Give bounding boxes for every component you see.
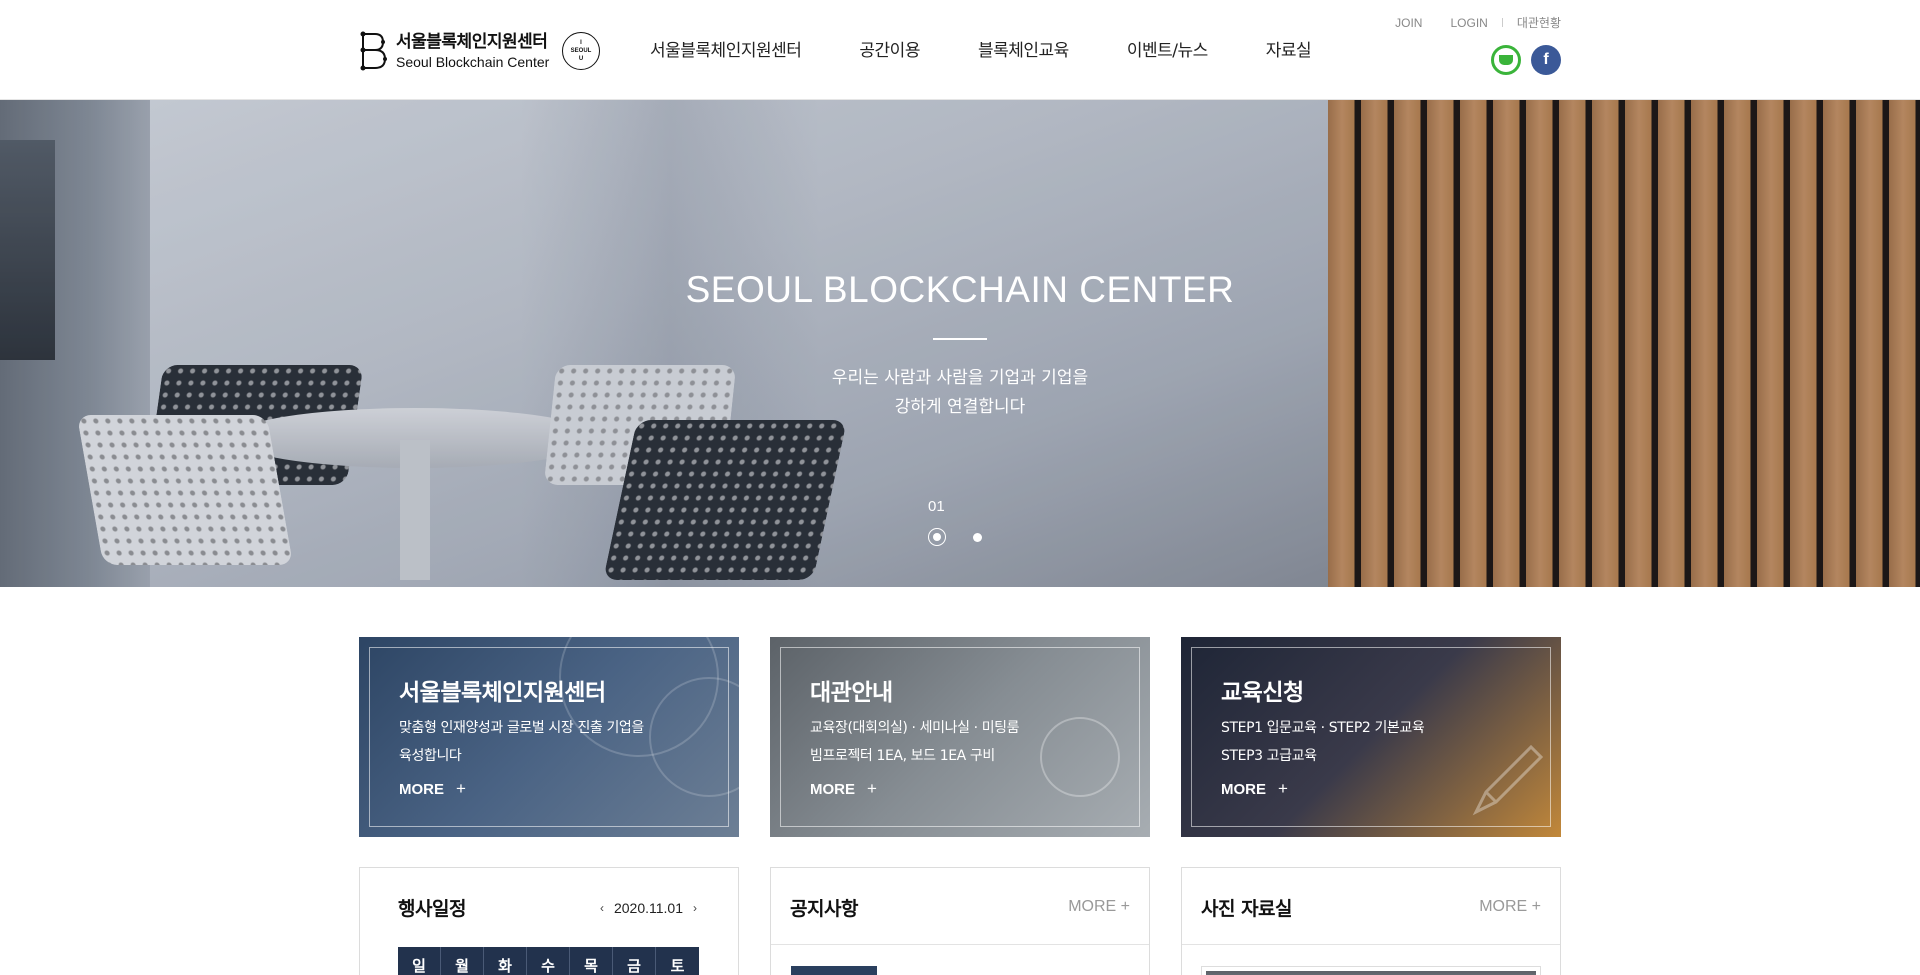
slide-dot-2[interactable] bbox=[973, 532, 982, 542]
nav-item-about[interactable]: 서울블록체인지원센터 bbox=[650, 36, 802, 61]
photo-image bbox=[1206, 971, 1536, 975]
utility-links: JOIN LOGIN 대관현황 bbox=[1395, 14, 1561, 31]
card-description-line-1: STEP1 입문교육 · STEP2 기본교육 bbox=[1221, 720, 1425, 736]
weekday-sun: 일 bbox=[398, 947, 441, 975]
event-calendar-box: 행사일정 ‹ 2020.11.01 › 일 월 화 수 목 금 토 bbox=[359, 867, 739, 975]
seoul-badge-line-1: I bbox=[580, 40, 582, 46]
box-divider bbox=[1182, 944, 1560, 945]
calendar-navigation: ‹ 2020.11.01 › bbox=[596, 900, 701, 916]
logo-korean-text: 서울블록체인지원센터 bbox=[396, 32, 548, 52]
slide-page-number: 01 bbox=[928, 498, 945, 515]
card-description-line-2: 빔프로젝터 1EA, 보드 1EA 구비 bbox=[810, 748, 995, 764]
weekday-mon: 월 bbox=[441, 947, 484, 975]
hero-title: SEOUL BLOCKCHAIN CENTER bbox=[685, 269, 1235, 310]
card-description-line-2: STEP3 고급교육 bbox=[1221, 748, 1317, 764]
card-more-label: MORE bbox=[399, 780, 444, 798]
weekday-thu: 목 bbox=[570, 947, 613, 975]
plus-icon: + bbox=[1278, 779, 1288, 798]
photo-archive-box: 사진 자료실 MORE + bbox=[1181, 867, 1561, 975]
blockchain-b-logo-icon bbox=[359, 30, 387, 72]
card-center-intro[interactable]: 서울블록체인지원센터 맞춤형 인재양성과 글로벌 시장 진출 기업을 육성합니다… bbox=[359, 637, 739, 837]
photo-more-link[interactable]: MORE + bbox=[1479, 898, 1541, 916]
site-header: 서울블록체인지원센터 Seoul Blockchain Center I SEO… bbox=[0, 0, 1920, 100]
weekday-sat: 토 bbox=[656, 947, 699, 975]
slide-pagination bbox=[928, 528, 982, 546]
chevron-left-icon[interactable]: ‹ bbox=[596, 901, 608, 915]
card-description-line-2: 육성합니다 bbox=[399, 748, 462, 764]
card-more-label: MORE bbox=[810, 780, 855, 798]
card-description: STEP1 입문교육 · STEP2 기본교육 STEP3 고급교육 bbox=[1221, 714, 1531, 770]
calendar-weekday-header: 일 월 화 수 목 금 토 bbox=[398, 947, 699, 975]
hero-slider: SEOUL BLOCKCHAIN CENTER 우리는 사람과 사람을 기업과 … bbox=[0, 100, 1920, 587]
card-more-link[interactable]: MORE + bbox=[810, 779, 877, 799]
box-divider bbox=[771, 944, 1149, 945]
weekday-wed: 수 bbox=[527, 947, 570, 975]
photo-thumbnail[interactable] bbox=[1201, 966, 1541, 975]
nav-item-archive[interactable]: 자료실 bbox=[1266, 36, 1312, 61]
card-title: 서울블록체인지원센터 bbox=[399, 680, 606, 706]
seoul-badge-line-2: SEOUL bbox=[570, 48, 592, 54]
main-nav: 서울블록체인지원센터 공간이용 블록체인교육 이벤트/뉴스 자료실 bbox=[650, 36, 1312, 61]
weekday-tue: 화 bbox=[484, 947, 527, 975]
card-more-link[interactable]: MORE + bbox=[1221, 779, 1288, 799]
hero-divider bbox=[933, 338, 987, 340]
hero-subtitle-line-2: 강하게 연결합니다 bbox=[894, 397, 1026, 417]
plus-icon: + bbox=[456, 779, 466, 798]
card-more-label: MORE bbox=[1221, 780, 1266, 798]
chevron-right-icon[interactable]: › bbox=[689, 901, 701, 915]
card-description-line-1: 교육장(대회의실) · 세미나실 · 미팅룸 bbox=[810, 720, 1020, 736]
hero-caption: SEOUL BLOCKCHAIN CENTER 우리는 사람과 사람을 기업과 … bbox=[660, 268, 1260, 422]
sns-links: f bbox=[1481, 45, 1561, 75]
seoul-city-badge: I SEOUL U bbox=[562, 32, 600, 70]
card-description: 교육장(대회의실) · 세미나실 · 미팅룸 빔프로젝터 1EA, 보드 1EA… bbox=[810, 714, 1120, 770]
logo-english-text: Seoul Blockchain Center bbox=[396, 54, 550, 70]
seoul-badge-line-3: U bbox=[578, 56, 584, 62]
join-link[interactable]: JOIN bbox=[1395, 16, 1422, 30]
login-link[interactable]: LOGIN bbox=[1450, 16, 1487, 30]
notice-item-thumbnail[interactable] bbox=[791, 966, 877, 975]
calendar-current-date: 2020.11.01 bbox=[613, 900, 683, 916]
feature-cards: 서울블록체인지원센터 맞춤형 인재양성과 글로벌 시장 진출 기업을 육성합니다… bbox=[359, 637, 1561, 837]
hero-subtitle-line-1: 우리는 사람과 사람을 기업과 기업을 bbox=[831, 368, 1089, 388]
rental-status-link[interactable]: 대관현황 bbox=[1517, 14, 1561, 31]
card-more-link[interactable]: MORE + bbox=[399, 779, 466, 799]
hero-subtitle: 우리는 사람과 사람을 기업과 기업을 강하게 연결합니다 bbox=[660, 364, 1260, 422]
card-description-line-1: 맞춤형 인재양성과 글로벌 시장 진출 기업을 bbox=[399, 720, 644, 736]
cup-shape bbox=[1499, 55, 1513, 65]
card-title: 대관안내 bbox=[810, 680, 893, 706]
facebook-icon[interactable]: f bbox=[1531, 45, 1561, 75]
box-title: 행사일정 bbox=[398, 898, 466, 920]
kakao-story-icon[interactable] bbox=[1491, 45, 1521, 75]
util-divider bbox=[1501, 18, 1503, 27]
box-title: 공지사항 bbox=[790, 898, 858, 920]
weekday-fri: 금 bbox=[613, 947, 656, 975]
box-title: 사진 자료실 bbox=[1201, 898, 1293, 920]
card-description: 맞춤형 인재양성과 글로벌 시장 진출 기업을 육성합니다 bbox=[399, 714, 709, 770]
card-rental-guide[interactable]: 대관안내 교육장(대회의실) · 세미나실 · 미팅룸 빔프로젝터 1EA, 보… bbox=[770, 637, 1150, 837]
card-education-apply[interactable]: 교육신청 STEP1 입문교육 · STEP2 기본교육 STEP3 고급교육 … bbox=[1181, 637, 1561, 837]
notice-box: 공지사항 MORE + bbox=[770, 867, 1150, 975]
nav-item-education[interactable]: 블록체인교육 bbox=[978, 36, 1069, 61]
card-title: 교육신청 bbox=[1221, 680, 1304, 706]
plus-icon: + bbox=[867, 779, 877, 798]
nav-item-space[interactable]: 공간이용 bbox=[859, 36, 920, 61]
nav-item-events-news[interactable]: 이벤트/뉴스 bbox=[1127, 36, 1208, 61]
slide-dot-1-active[interactable] bbox=[928, 528, 946, 546]
notice-more-link[interactable]: MORE + bbox=[1068, 898, 1130, 916]
